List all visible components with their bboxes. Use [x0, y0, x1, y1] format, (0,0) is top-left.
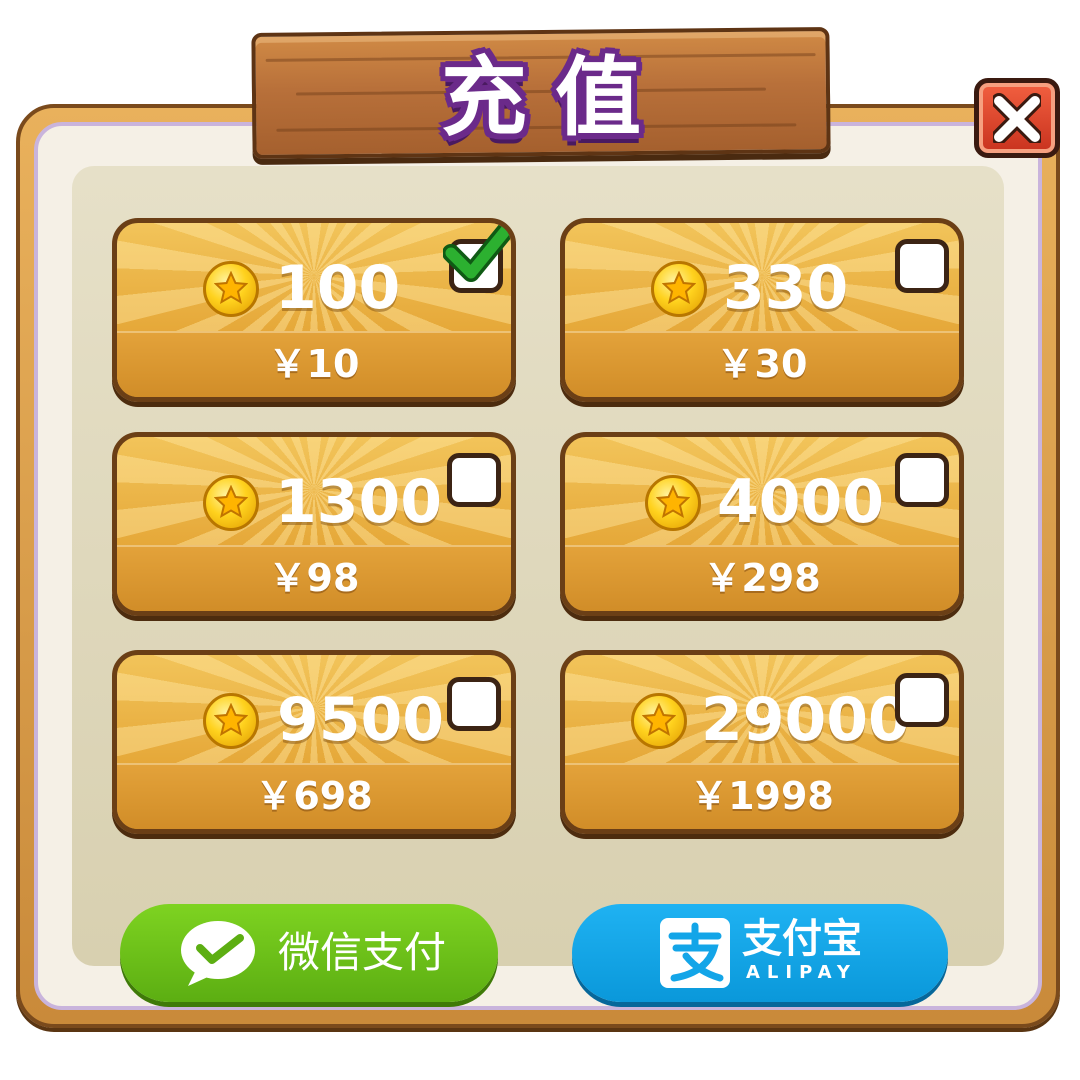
select-checkbox[interactable]: [447, 453, 501, 507]
select-checkbox[interactable]: [447, 677, 501, 731]
select-checkbox[interactable]: [895, 239, 949, 293]
coin-amount: 9500: [277, 685, 444, 755]
select-checkbox[interactable]: [895, 673, 949, 727]
alipay-label-en: ALIPAY: [746, 962, 857, 983]
coin-star-icon: [645, 475, 701, 531]
alipay-button[interactable]: 支付宝 ALIPAY: [572, 904, 948, 1002]
wechat-pay-icon: [181, 921, 255, 986]
recharge-option-100[interactable]: 100 ￥10: [112, 218, 516, 402]
select-checkbox[interactable]: [895, 453, 949, 507]
price-label: ￥698: [255, 774, 373, 818]
recharge-option-1300[interactable]: 1300 ￥98: [112, 432, 516, 616]
coin-amount: 4000: [717, 467, 884, 537]
coin-star-icon: [203, 693, 259, 749]
recharge-option-29000[interactable]: 29000 ￥1998: [560, 650, 964, 834]
coin-amount: 330: [723, 253, 849, 323]
coin-amount: 29000: [701, 685, 910, 755]
recharge-option-9500[interactable]: 9500 ￥698: [112, 650, 516, 834]
coin-star-icon: [203, 261, 259, 317]
price-label: ￥98: [268, 556, 360, 600]
close-button[interactable]: [974, 78, 1060, 158]
price-label: ￥298: [703, 556, 821, 600]
alipay-label: 支付宝: [742, 916, 862, 962]
wechat-pay-label: 微信支付: [278, 928, 447, 977]
close-x-icon: [993, 93, 1041, 143]
checkmark-icon: [443, 223, 511, 282]
alipay-icon: [660, 918, 730, 988]
wechat-pay-button[interactable]: 微信支付: [120, 904, 498, 1002]
price-label: ￥30: [716, 342, 808, 386]
coin-star-icon: [651, 261, 707, 317]
coin-star-icon: [631, 693, 687, 749]
coin-star-icon: [203, 475, 259, 531]
coin-amount: 100: [275, 253, 401, 323]
price-label: ￥1998: [690, 774, 834, 818]
dialog-title: 充值: [441, 47, 669, 148]
price-label: ￥10: [268, 342, 360, 386]
recharge-option-4000[interactable]: 4000 ￥298: [560, 432, 964, 616]
recharge-option-330[interactable]: 330 ￥30: [560, 218, 964, 402]
coin-amount: 1300: [275, 467, 442, 537]
